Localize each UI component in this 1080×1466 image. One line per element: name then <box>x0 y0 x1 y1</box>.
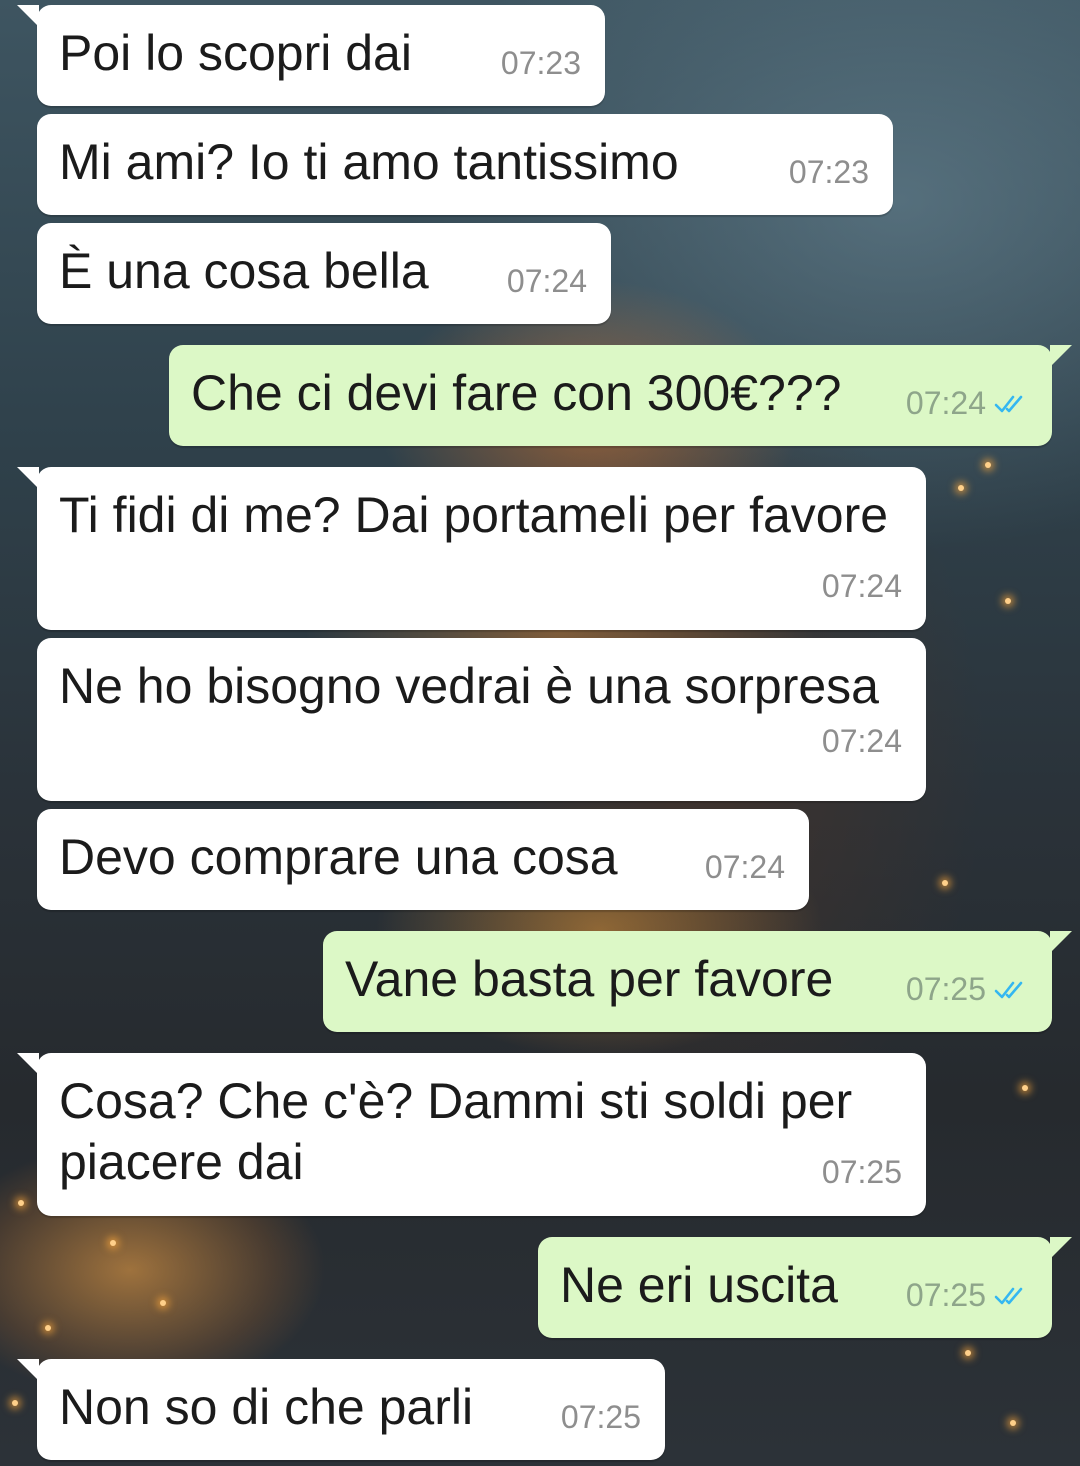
message-text: Mi ami? Io ti amo tantissimo <box>59 134 679 190</box>
message-text: Non so di che parli <box>59 1379 474 1435</box>
message-timestamp: 07:24 <box>821 568 902 604</box>
incoming-message[interactable]: Ti fidi di me? Dai portameli per favore … <box>17 467 926 630</box>
message-text: Ne ho bisogno vedrai è una sorpresa <box>59 658 879 714</box>
message-text: Che ci devi fare con 300€??? <box>191 365 842 421</box>
incoming-message[interactable]: È una cosa bella 07:24 <box>37 223 611 324</box>
message-text: Ti fidi di me? Dai portameli per favore <box>59 487 889 543</box>
message-list[interactable]: Poi lo scopri dai 07:23 Mi ami? Io ti am… <box>0 0 1080 1466</box>
outgoing-message[interactable]: Che ci devi fare con 300€??? 07:24 <box>169 345 1072 446</box>
message-timestamp: 07:24 <box>821 723 902 759</box>
double-check-read-icon <box>994 393 1028 415</box>
message-timestamp: 07:23 <box>788 154 869 190</box>
message-text: Devo comprare una cosa <box>59 829 618 885</box>
incoming-message[interactable]: Cosa? Che c'è? Dammi sti soldi per piace… <box>17 1053 926 1216</box>
message-timestamp: 07:23 <box>500 45 581 81</box>
outgoing-message[interactable]: Vane basta per favore 07:25 <box>323 931 1072 1032</box>
incoming-message[interactable]: Ne ho bisogno vedrai è una sorpresa 07:2… <box>37 638 926 801</box>
message-time: 07:25 <box>905 1277 986 1313</box>
double-check-read-icon <box>994 979 1028 1001</box>
message-timestamp: 07:24 <box>906 383 1028 423</box>
incoming-message[interactable]: Mi ami? Io ti amo tantissimo 07:23 <box>37 114 893 215</box>
message-text: È una cosa bella <box>59 243 429 299</box>
message-timestamp: 07:25 <box>906 969 1028 1009</box>
message-timestamp: 07:24 <box>704 849 785 885</box>
message-time: 07:24 <box>905 385 986 421</box>
message-timestamp: 07:25 <box>821 1154 902 1190</box>
message-timestamp: 07:25 <box>906 1275 1028 1315</box>
outgoing-message[interactable]: Ne eri uscita 07:25 <box>538 1237 1072 1338</box>
incoming-message[interactable]: Poi lo scopri dai 07:23 <box>17 5 605 106</box>
message-timestamp: 07:24 <box>506 263 587 299</box>
incoming-message[interactable]: Non so di che parli 07:25 <box>17 1359 665 1460</box>
double-check-read-icon <box>994 1285 1028 1307</box>
message-text: Vane basta per favore <box>345 951 834 1007</box>
message-text: Ne eri uscita <box>560 1257 838 1313</box>
message-time: 07:25 <box>905 971 986 1007</box>
message-timestamp: 07:25 <box>560 1399 641 1435</box>
incoming-message[interactable]: Devo comprare una cosa 07:24 <box>37 809 809 910</box>
message-text: Poi lo scopri dai <box>59 25 412 81</box>
message-text: Cosa? Che c'è? Dammi sti soldi per piace… <box>59 1073 853 1190</box>
